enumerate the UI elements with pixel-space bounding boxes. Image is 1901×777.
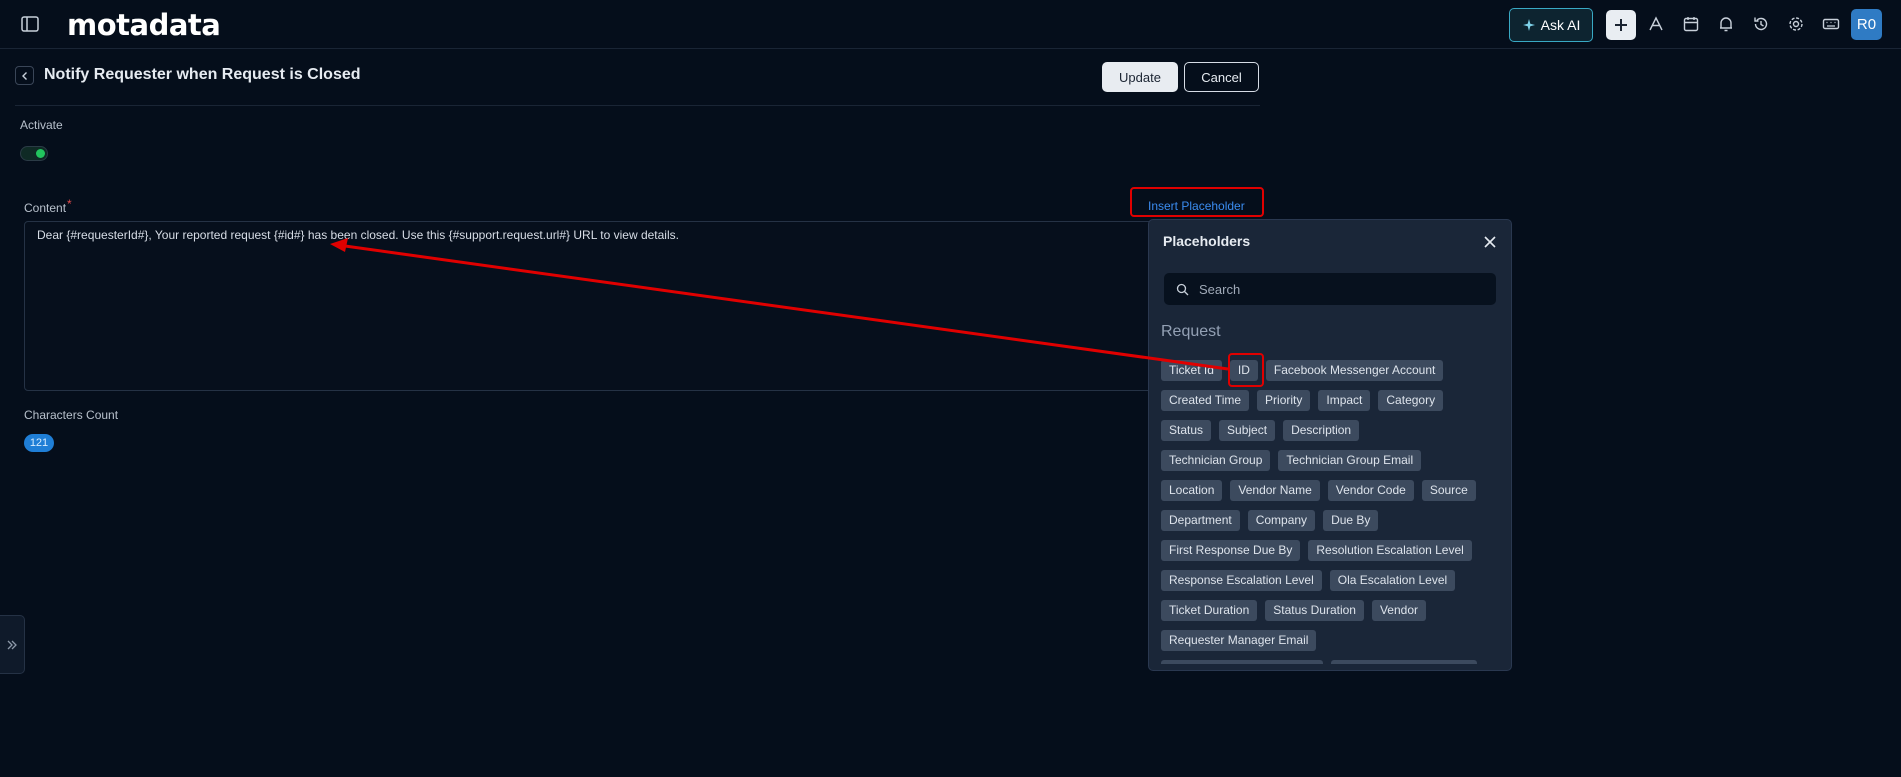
required-mark: * xyxy=(67,197,72,211)
placeholder-chip[interactable]: First Response Due By xyxy=(1161,540,1301,561)
placeholder-chip[interactable]: Location xyxy=(1161,480,1223,501)
placeholder-chip[interactable]: Ticket Duration xyxy=(1161,600,1258,621)
placeholder-chip[interactable]: Department xyxy=(1161,510,1240,531)
plus-icon xyxy=(1615,19,1627,31)
placeholder-chip[interactable]: Facebook Messenger Account xyxy=(1265,360,1444,381)
page-title: Notify Requester when Request is Closed xyxy=(44,66,361,83)
chip-row: Technician Group Technician Group Email xyxy=(1161,450,1501,472)
chip-row: Response Escalation Level Ola Escalation… xyxy=(1161,570,1501,592)
expand-panel-button[interactable] xyxy=(0,615,25,674)
back-button[interactable] xyxy=(15,66,34,85)
placeholder-chip[interactable]: Technician Group xyxy=(1161,450,1271,471)
placeholder-search xyxy=(1164,273,1496,305)
history-icon[interactable] xyxy=(1752,15,1770,33)
chip-row: Location Vendor Name Vendor Code Source xyxy=(1161,480,1501,502)
placeholder-chip[interactable]: Source xyxy=(1421,480,1476,501)
characters-count-badge: 121 xyxy=(24,434,54,452)
placeholder-chip[interactable]: Requester Manager Email xyxy=(1161,630,1317,651)
placeholder-chip[interactable]: Due By xyxy=(1323,510,1379,531)
logo: motadata xyxy=(67,8,221,42)
placeholder-chip[interactable]: Impact xyxy=(1318,390,1371,411)
placeholder-chip[interactable]: Vendor Name xyxy=(1230,480,1320,501)
placeholder-chip[interactable]: Status xyxy=(1161,420,1212,441)
sparkle-icon xyxy=(1522,19,1535,31)
placeholder-chip[interactable]: Created Time xyxy=(1161,390,1250,411)
page-header: Notify Requester when Request is Closed … xyxy=(15,57,1260,106)
chip-row: Created Time Priority Impact Category xyxy=(1161,390,1501,412)
popover-title: Placeholders xyxy=(1163,233,1251,249)
section-heading-request: Request xyxy=(1161,323,1221,340)
placeholder-chip-clipped xyxy=(1331,660,1477,664)
chip-row: Status Subject Description xyxy=(1161,420,1501,442)
chip-row: Department Company Due By xyxy=(1161,510,1501,532)
placeholder-chip[interactable]: Ola Escalation Level xyxy=(1329,570,1456,591)
placeholder-chip[interactable]: Vendor Code xyxy=(1327,480,1414,501)
placeholder-chip[interactable]: Subject xyxy=(1219,420,1276,441)
create-button[interactable] xyxy=(1606,10,1636,40)
search-input[interactable] xyxy=(1197,280,1481,298)
calendar-icon[interactable] xyxy=(1682,15,1700,33)
placeholder-chip[interactable]: Resolution Escalation Level xyxy=(1308,540,1472,561)
activate-label: Activate xyxy=(20,118,63,132)
annotation-box-insert xyxy=(1130,187,1264,217)
ask-ai-button[interactable]: Ask AI xyxy=(1509,8,1593,42)
chip-row-clipped xyxy=(1161,660,1501,664)
top-bar: motadata Ask AI R0 xyxy=(0,0,1901,49)
activate-toggle[interactable] xyxy=(20,146,48,161)
chip-row: Requester Manager Email xyxy=(1161,630,1501,652)
bell-icon[interactable] xyxy=(1717,15,1735,33)
sidebar-toggle-icon[interactable] xyxy=(20,14,40,34)
chip-row: Ticket Duration Status Duration Vendor xyxy=(1161,600,1501,622)
placeholder-chip[interactable]: Vendor xyxy=(1371,600,1427,621)
placeholder-chip[interactable]: Category xyxy=(1378,390,1444,411)
placeholder-chip[interactable]: Company xyxy=(1247,510,1316,531)
ask-ai-label: Ask AI xyxy=(1540,17,1581,33)
content-text: Dear {#requesterId#}, Your reported requ… xyxy=(37,228,679,242)
placeholder-chip[interactable]: Description xyxy=(1283,420,1360,441)
double-chevron-right-icon xyxy=(7,640,17,649)
content-label-text: Content xyxy=(24,201,67,215)
chip-row: First Response Due By Resolution Escalat… xyxy=(1161,540,1501,562)
search-icon xyxy=(1176,283,1189,295)
user-avatar[interactable]: R0 xyxy=(1851,9,1882,40)
placeholder-chip[interactable]: Response Escalation Level xyxy=(1161,570,1322,591)
close-icon[interactable] xyxy=(1483,235,1497,249)
cancel-button[interactable]: Cancel xyxy=(1184,62,1259,92)
placeholder-chip[interactable]: Ticket Id xyxy=(1161,360,1222,381)
chevron-left-icon xyxy=(21,71,27,80)
placeholder-chip-clipped xyxy=(1161,660,1323,664)
chip-row: Ticket Id ID Facebook Messenger Account xyxy=(1161,360,1501,382)
placeholder-chip[interactable]: Technician Group Email xyxy=(1278,450,1422,471)
placeholder-chip[interactable]: Priority xyxy=(1257,390,1311,411)
update-button[interactable]: Update xyxy=(1102,62,1178,92)
toggle-knob xyxy=(36,149,45,158)
gear-icon[interactable] xyxy=(1787,15,1805,33)
characters-count-label: Characters Count xyxy=(24,408,119,422)
keyboard-icon[interactable] xyxy=(1822,15,1840,33)
placeholder-chip[interactable]: Status Duration xyxy=(1265,600,1364,621)
placeholders-popover: Placeholders Request Ticket Id ID Facebo… xyxy=(1148,219,1512,671)
content-editor[interactable]: Dear {#requesterId#}, Your reported requ… xyxy=(24,221,1246,391)
content-label: Content* xyxy=(24,197,72,215)
font-icon[interactable] xyxy=(1647,15,1665,33)
placeholder-chip-list: Ticket Id ID Facebook Messenger Account … xyxy=(1161,360,1501,670)
placeholder-chip-id[interactable]: ID xyxy=(1229,360,1258,381)
